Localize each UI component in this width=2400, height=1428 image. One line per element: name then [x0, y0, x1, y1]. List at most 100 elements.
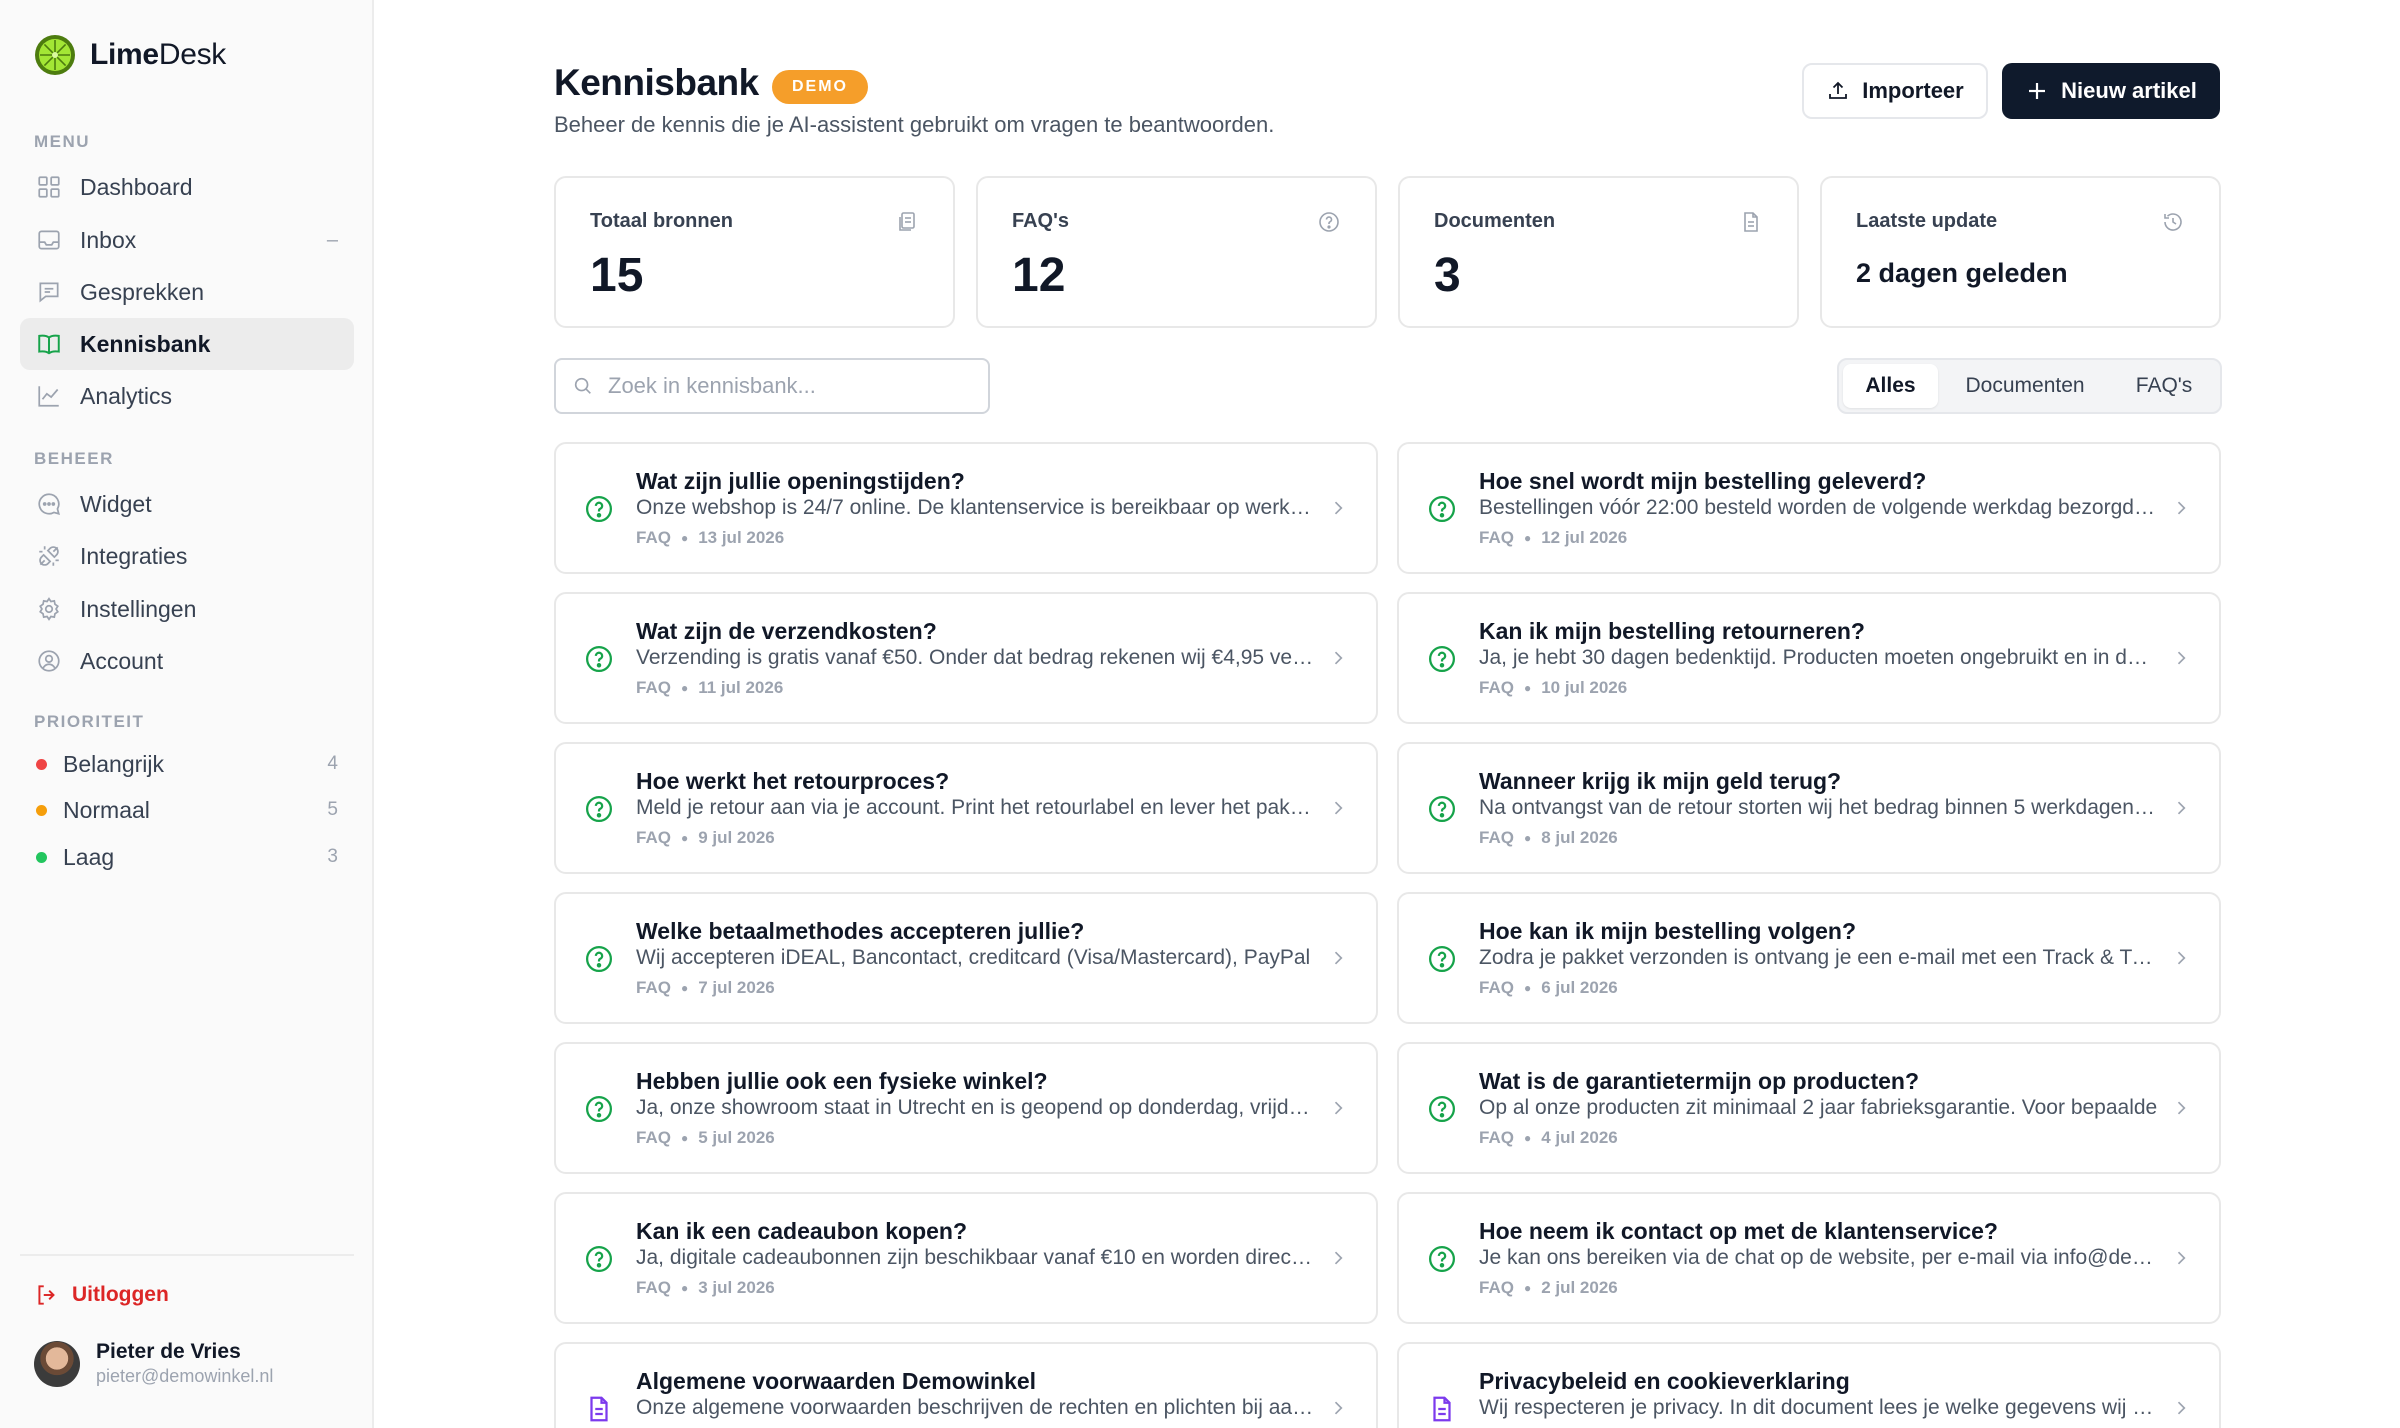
card-date: 6 jul 2026: [1541, 978, 1618, 997]
priority-count: 3: [327, 846, 338, 867]
logout-icon: [38, 1285, 55, 1305]
faq-card[interactable]: Hoe neem ik contact op met de klantenser…: [1397, 1192, 2221, 1324]
card-meta: FAQ ● 5 jul 2026: [636, 1128, 775, 1148]
upload-icon: [1829, 81, 1848, 99]
sidebar-item-dashboard[interactable]: Dashboard: [20, 161, 354, 213]
card-title: Wat zijn de verzendkosten?: [636, 618, 937, 644]
card-title: Privacybeleid en cookieverklaring: [1479, 1368, 1850, 1394]
new-article-label: Nieuw artikel: [2061, 78, 2197, 103]
search-input[interactable]: [608, 373, 988, 399]
meta-separator: ●: [680, 831, 689, 845]
faq-card[interactable]: Hoe kan ik mijn bestelling volgen? Zodra …: [1397, 892, 2221, 1024]
meta-separator: ●: [680, 1281, 689, 1295]
card-description: Op al onze producten zit minimaal 2 jaar…: [1479, 1096, 2158, 1119]
tab-faqs[interactable]: FAQ's: [2112, 364, 2216, 408]
priority-filter-belangrijk[interactable]: Belangrijk 4: [20, 742, 354, 786]
import-button[interactable]: Importeer: [1802, 63, 1988, 119]
page-subtitle: Beheer de kennis die je AI-assistent geb…: [554, 112, 1275, 137]
card-meta: FAQ ● 6 jul 2026: [1479, 978, 1618, 998]
stat-card-documenten: Documenten 3: [1398, 176, 1799, 328]
document-card[interactable]: Algemene voorwaarden Demowinkel Onze alge…: [554, 1342, 1378, 1428]
sidebar-item-integraties[interactable]: Integraties: [20, 530, 354, 582]
lime-logo-icon: [35, 35, 75, 75]
card-meta: FAQ ● 2 jul 2026: [1479, 1278, 1618, 1298]
card-date: 3 jul 2026: [698, 1278, 775, 1297]
sidebar-item-label: Inbox: [80, 226, 137, 253]
card-title: Hoe neem ik contact op met de klantenser…: [1479, 1218, 1998, 1244]
faq-card[interactable]: Hoe snel wordt mijn bestelling geleverd?…: [1397, 442, 2221, 574]
user-profile[interactable]: Pieter de Vries pieter@demowinkel.nl: [34, 1340, 273, 1387]
faq-card[interactable]: Welke betaalmethodes accepteren jullie? W…: [554, 892, 1378, 1024]
faq-card[interactable]: Kan ik mijn bestelling retourneren? Ja, j…: [1397, 592, 2221, 724]
card-type: FAQ: [1479, 828, 1514, 847]
card-date: 7 jul 2026: [698, 978, 775, 997]
question-icon: [1427, 1094, 1457, 1124]
stat-card-faqs: FAQ's 12: [976, 176, 1377, 328]
card-description: Ja, onze showroom staat in Utrecht en is…: [636, 1096, 1316, 1119]
sidebar-item-instellingen[interactable]: Instellingen: [20, 583, 354, 635]
priority-dot: [36, 851, 47, 863]
sidebar-item-account[interactable]: Account: [20, 635, 354, 687]
sidebar-item-label: Analytics: [80, 382, 173, 409]
chevron-right-icon: [2171, 798, 2191, 818]
new-article-button[interactable]: Nieuw artikel: [2002, 63, 2220, 119]
sidebar-item-widget[interactable]: Widget: [20, 478, 354, 530]
card-title: Hoe werkt het retourproces?: [636, 768, 950, 794]
card-date: 9 jul 2026: [698, 828, 775, 847]
card-title: Hoe kan ik mijn bestelling volgen?: [1479, 918, 1857, 944]
sidebar-divider: [20, 1254, 354, 1256]
user-circle-icon: [36, 648, 62, 674]
faq-card[interactable]: Hoe werkt het retourproces? Meld je retou…: [554, 742, 1378, 874]
chart-icon: [36, 383, 62, 409]
sidebar-item-label: Dashboard: [80, 173, 193, 200]
logout-label: Uitloggen: [72, 1283, 169, 1306]
brand[interactable]: LimeDesk: [34, 32, 226, 78]
priority-filter-normaal[interactable]: Normaal 5: [20, 788, 354, 832]
chevron-right-icon: [1328, 1098, 1348, 1118]
plus-icon: [2029, 83, 2046, 99]
card-title: Hebben jullie ook een fysieke winkel?: [636, 1068, 1048, 1094]
sidebar-item-label: Instellingen: [80, 595, 197, 622]
tab-documenten[interactable]: Documenten: [1938, 364, 2112, 408]
question-icon: [584, 794, 614, 824]
stat-value: 12: [1012, 249, 1066, 302]
sidebar-item-gesprekken[interactable]: Gesprekken: [20, 266, 354, 318]
faq-card[interactable]: Wat zijn jullie openingstijden? Onze webs…: [554, 442, 1378, 574]
inbox-icon: [36, 227, 62, 253]
beheer-section-label: BEHEER: [34, 449, 114, 468]
meta-separator: ●: [680, 681, 689, 695]
card-type: FAQ: [636, 978, 671, 997]
sidebar-item-kennisbank[interactable]: Kennisbank: [20, 318, 354, 370]
card-type: FAQ: [1479, 528, 1514, 547]
faq-card[interactable]: Wat zijn de verzendkosten? Verzending is …: [554, 592, 1378, 724]
history-icon: [2164, 213, 2182, 231]
sidebar-item-inbox[interactable]: Inbox –: [20, 214, 354, 266]
card-title: Kan ik mijn bestelling retourneren?: [1479, 618, 1865, 644]
card-description: Ja, je hebt 30 dagen bedenktijd. Product…: [1479, 646, 2159, 669]
avatar: [34, 1340, 80, 1387]
chevron-right-icon: [2171, 1398, 2191, 1418]
faq-card[interactable]: Kan ik een cadeaubon kopen? Ja, digitale …: [554, 1192, 1378, 1324]
priority-dot: [36, 804, 47, 816]
search-box[interactable]: [554, 358, 990, 414]
sidebar-item-label: Kennisbank: [80, 330, 211, 357]
faq-card[interactable]: Wanneer krijg ik mijn geld terug? Na ontv…: [1397, 742, 2221, 874]
sidebar-item-label: Gesprekken: [80, 278, 205, 305]
files-icon: [899, 212, 915, 231]
sidebar-item-analytics[interactable]: Analytics: [20, 370, 354, 422]
priority-count: 5: [327, 799, 338, 820]
meta-separator: ●: [1523, 1131, 1532, 1145]
logout-button[interactable]: Uitloggen: [34, 1282, 169, 1308]
card-meta: FAQ ● 8 jul 2026: [1479, 828, 1618, 848]
tab-alles[interactable]: Alles: [1843, 364, 1938, 408]
chat-icon: [36, 279, 62, 305]
priority-filter-laag[interactable]: Laag 3: [20, 835, 354, 879]
document-icon: [1744, 212, 1758, 232]
faq-card[interactable]: Hebben jullie ook een fysieke winkel? Ja,…: [554, 1042, 1378, 1174]
stat-card-totaal: Totaal bronnen 15: [554, 176, 955, 328]
meta-separator: ●: [680, 981, 689, 995]
card-date: 13 jul 2026: [698, 528, 785, 547]
faq-card[interactable]: Wat is de garantietermijn op producten? O…: [1397, 1042, 2221, 1174]
card-description: Onze webshop is 24/7 online. De klantens…: [636, 496, 1316, 519]
document-card[interactable]: Privacybeleid en cookieverklaring Wij res…: [1397, 1342, 2221, 1428]
